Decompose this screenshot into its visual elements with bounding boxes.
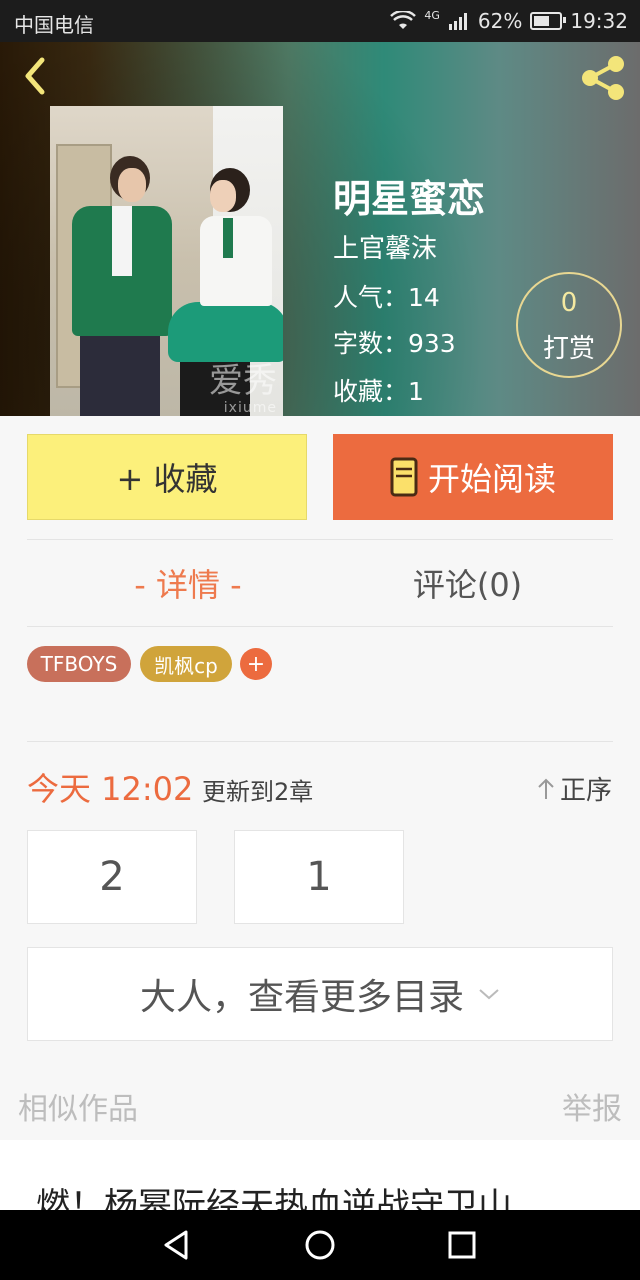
arrow-up-icon [538,778,554,799]
network-label: 4G [424,8,440,22]
divider [27,741,613,742]
book-title: 明星蜜恋 [333,177,486,221]
chapter-item[interactable]: 1 [234,830,404,924]
book-icon [390,457,418,497]
cover-figure-girl-tie [223,218,233,258]
carrier-label: 中国电信 [14,13,94,37]
cover-figure-girl [200,216,272,306]
tag-label: 凯枫cp [154,653,218,678]
add-tag-button[interactable]: + [240,648,272,680]
reward-button[interactable]: 0 打赏 [516,272,622,378]
update-time: 今天 12:02 [27,770,194,808]
cover-figure-boy-legs [80,336,160,416]
sort-order-button[interactable]: 正序 [536,770,612,807]
chapter-item[interactable]: 2 [27,830,197,924]
nav-recents-icon[interactable] [441,1224,483,1266]
chevron-down-icon [479,989,499,1000]
favorites-stat: 收藏：1 [333,377,424,406]
cover-watermark: 爱秀 [209,361,277,401]
battery-percent: 62% [477,9,523,33]
word-count-stat: 字数：933 [333,329,456,358]
sort-order-label: 正序 [559,776,612,806]
back-icon[interactable] [16,56,56,96]
wifi-icon [390,11,417,29]
cover-figure-boy-shirt [112,206,132,276]
nav-back-icon[interactable] [156,1224,198,1266]
tab-comments[interactable]: 评论(0) [360,560,575,606]
battery-icon [530,12,567,30]
cover-watermark-sub: ixiume [223,400,277,416]
more-catalog-label: 大人，查看更多目录 [139,977,464,1018]
tag-chip[interactable]: TFBOYS [27,646,131,682]
popularity-stat: 人气：14 [333,283,440,312]
tag-chip[interactable]: 凯枫cp [140,646,232,682]
collect-button-label: + 收藏 [116,460,218,498]
chapter-label: 2 [99,854,125,900]
book-author[interactable]: 上官馨沫 [333,228,437,265]
signal-icon [448,13,467,30]
clock: 19:32 [570,9,628,33]
reward-count: 0 [560,288,578,318]
divider [27,539,613,540]
tag-label: TFBOYS [40,652,118,676]
tab-details[interactable]: - 详情 - [78,560,298,606]
status-bar: 中国电信 4G 62% 19:32 [0,0,640,42]
more-catalog-button[interactable]: 大人，查看更多目录 [27,947,613,1041]
similar-work-title: 燃！杨幂阮经天热血逆战守卫山 [36,1186,512,1210]
plus-icon: + [246,651,266,677]
cover-figure-boy-face [118,168,146,202]
start-reading-button[interactable]: 开始阅读 [333,434,613,520]
status-right: 4G 62% 19:32 [390,9,628,33]
share-icon[interactable] [578,52,630,104]
update-text: 更新到2章 [202,778,314,806]
report-link[interactable]: 举报 [562,1084,622,1128]
chapter-label: 1 [306,854,332,900]
similar-works-heading: 相似作品 [18,1092,138,1127]
similar-work-item[interactable]: 燃！杨幂阮经天热血逆战守卫山 [0,1140,640,1210]
book-cover: 爱秀 ixiume [50,106,283,416]
system-navigation-bar [0,1210,640,1280]
divider [27,626,613,627]
book-header: 爱秀 ixiume 明星蜜恋 上官馨沫 人气：14 字数：933 收藏：1 0 … [0,42,640,416]
nav-home-icon[interactable] [299,1224,341,1266]
battery-fill [534,16,550,26]
reward-label: 打赏 [542,334,595,364]
start-reading-label: 开始阅读 [427,460,556,498]
collect-button[interactable]: + 收藏 [27,434,307,520]
cover-figure-girl-face [210,180,236,212]
